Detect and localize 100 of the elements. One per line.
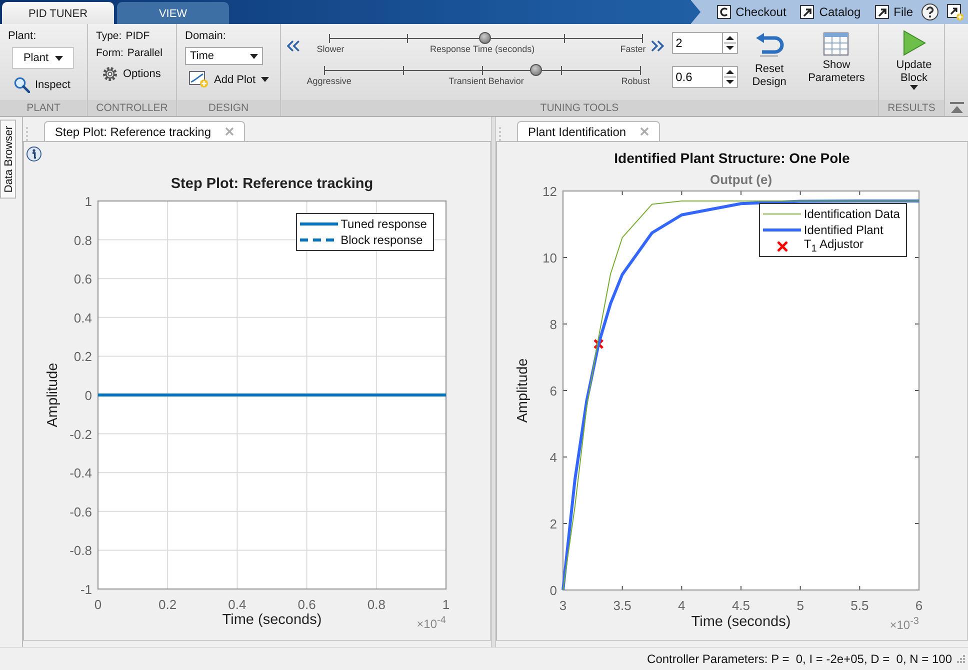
- window-add-icon[interactable]: [947, 4, 964, 20]
- status-text: Controller Parameters: P = 0, I = -2e+05, D = 0, N = 100: [647, 652, 952, 666]
- toolstrip-tab[interactable]: PID TUNER: [2, 2, 114, 24]
- double-chevron-right-icon[interactable]: [650, 40, 664, 52]
- resize-grip-icon[interactable]: [956, 654, 966, 664]
- legend-label: Block response: [340, 233, 423, 247]
- play-icon: [902, 30, 926, 56]
- domain-dropdown[interactable]: Time: [185, 47, 263, 65]
- legend-line-sample: [762, 228, 802, 232]
- axis-exponent: ×10$^{-4}$: [416, 615, 446, 631]
- slider-label: Faster: [620, 44, 646, 54]
- table-icon: [823, 32, 850, 56]
- tick-label: 2: [550, 516, 557, 532]
- slider-label: Slower: [316, 44, 344, 54]
- slider-label: Aggressive: [306, 76, 352, 86]
- spin-arrows-icon[interactable]: [722, 32, 738, 54]
- tick-label: 6: [550, 384, 557, 398]
- double-chevron-left-icon[interactable]: [287, 40, 301, 52]
- legend-label: Tuned response: [340, 217, 427, 231]
- section-label: DESIGN: [177, 100, 280, 116]
- show-parameters-button[interactable]: Show Parameters: [801, 32, 872, 85]
- tick-label: -0.4: [70, 466, 92, 481]
- tick-label: 5.5: [850, 598, 869, 613]
- update-block-button[interactable]: Update Block: [889, 30, 939, 90]
- field-value: PIDF: [126, 30, 150, 42]
- quick-access-link[interactable]: Checkout: [710, 5, 786, 19]
- quick-access-link[interactable]: File: [868, 5, 913, 19]
- tick-label: 4: [550, 450, 557, 465]
- tick-label: 0: [94, 597, 102, 612]
- slider-thumb[interactable]: [479, 32, 492, 44]
- tick-label: 0.2: [74, 349, 92, 364]
- tick-label: 3: [559, 598, 567, 613]
- tick-label: 0.4: [228, 597, 246, 612]
- slider-label: Robust: [621, 76, 650, 86]
- plant-dropdown[interactable]: Plant: [12, 47, 74, 69]
- tick-label: 0.4: [74, 310, 92, 326]
- document-tab[interactable]: Step Plot: Reference tracking: [44, 121, 245, 141]
- quick-access-link[interactable]: Catalog: [794, 5, 861, 19]
- legend-label: Identified Plant: [804, 223, 884, 237]
- tick-label: 1: [84, 194, 92, 209]
- tick-label: 0.8: [367, 597, 386, 612]
- document-tab[interactable]: Plant Identification: [516, 121, 660, 141]
- side-tab[interactable]: Data Browser: [0, 120, 16, 199]
- legend-line-sample: [762, 212, 802, 216]
- tick-label: 0: [84, 388, 92, 403]
- tick-label: 8: [550, 317, 557, 332]
- arc-box-icon: [716, 5, 731, 19]
- slider-label: Response Time (seconds): [430, 44, 535, 54]
- cross-marker-icon: [776, 240, 788, 252]
- slider-thumb[interactable]: [530, 64, 542, 76]
- tick-label: 0.8: [74, 232, 92, 248]
- field-label: Plant:: [8, 30, 38, 42]
- tick-label: 12: [542, 184, 557, 199]
- settings-icon: [102, 66, 118, 82]
- legend-line-sample: [298, 222, 339, 226]
- collapse-icon[interactable]: [950, 102, 964, 114]
- caret-icon: [250, 54, 258, 58]
- section-label: PLANT: [0, 100, 87, 116]
- add-plot-button[interactable]: Add Plot: [189, 71, 272, 88]
- field-label: Type:: [96, 30, 122, 42]
- axis-label: Time (seconds): [222, 612, 322, 628]
- tick-label: 5: [796, 598, 804, 613]
- section-label: CONTROLLER: [88, 100, 176, 116]
- inspect-button[interactable]: Inspect: [14, 77, 79, 93]
- number-field[interactable]: 2: [672, 32, 722, 54]
- toolstrip-tab[interactable]: VIEW: [117, 2, 229, 24]
- caret-icon: [54, 56, 63, 60]
- legend-label: T$_{1}$ Adjustor: [804, 237, 864, 255]
- tick-label: 0.6: [298, 597, 316, 612]
- tick-label: 3.5: [613, 598, 632, 613]
- options-button[interactable]: Options: [102, 66, 168, 82]
- section-label: TUNING TOOLS: [281, 100, 878, 116]
- axis-label: Time (seconds): [691, 614, 791, 630]
- axis-label: Amplitude: [514, 358, 531, 423]
- slider-track[interactable]: [328, 32, 642, 44]
- number-field[interactable]: 0.6: [672, 66, 722, 88]
- info-icon[interactable]: [26, 146, 42, 162]
- caret-icon: [910, 85, 918, 90]
- slider-track[interactable]: [324, 64, 640, 76]
- reset-design-button[interactable]: Reset Design: [748, 32, 791, 89]
- search-icon: [14, 77, 30, 93]
- tick-label: 0: [550, 583, 557, 598]
- axis-exponent: ×10$^{-3}$: [890, 616, 919, 632]
- caret-icon: [260, 77, 269, 82]
- tick-label: 0.2: [158, 597, 177, 612]
- tick-label: 4: [678, 598, 686, 613]
- legend-label: Identification Data: [804, 207, 900, 221]
- tick-label: -0.2: [70, 426, 92, 442]
- cross-marker: [593, 338, 604, 350]
- plot-add-icon: [189, 71, 209, 88]
- tick-label: 1: [442, 597, 450, 612]
- chart-title: Step Plot: Reference tracking: [170, 176, 374, 192]
- spin-arrows-icon[interactable]: [722, 66, 738, 88]
- tick-label: -0.8: [70, 543, 92, 558]
- slider-label: Transient Behavior: [448, 76, 524, 86]
- chart-title: Output (e): [710, 172, 772, 187]
- help-icon[interactable]: [921, 3, 939, 21]
- tick-label: 0.6: [74, 272, 92, 287]
- tick-label: -0.6: [70, 504, 92, 520]
- tick-label: 10: [542, 250, 557, 266]
